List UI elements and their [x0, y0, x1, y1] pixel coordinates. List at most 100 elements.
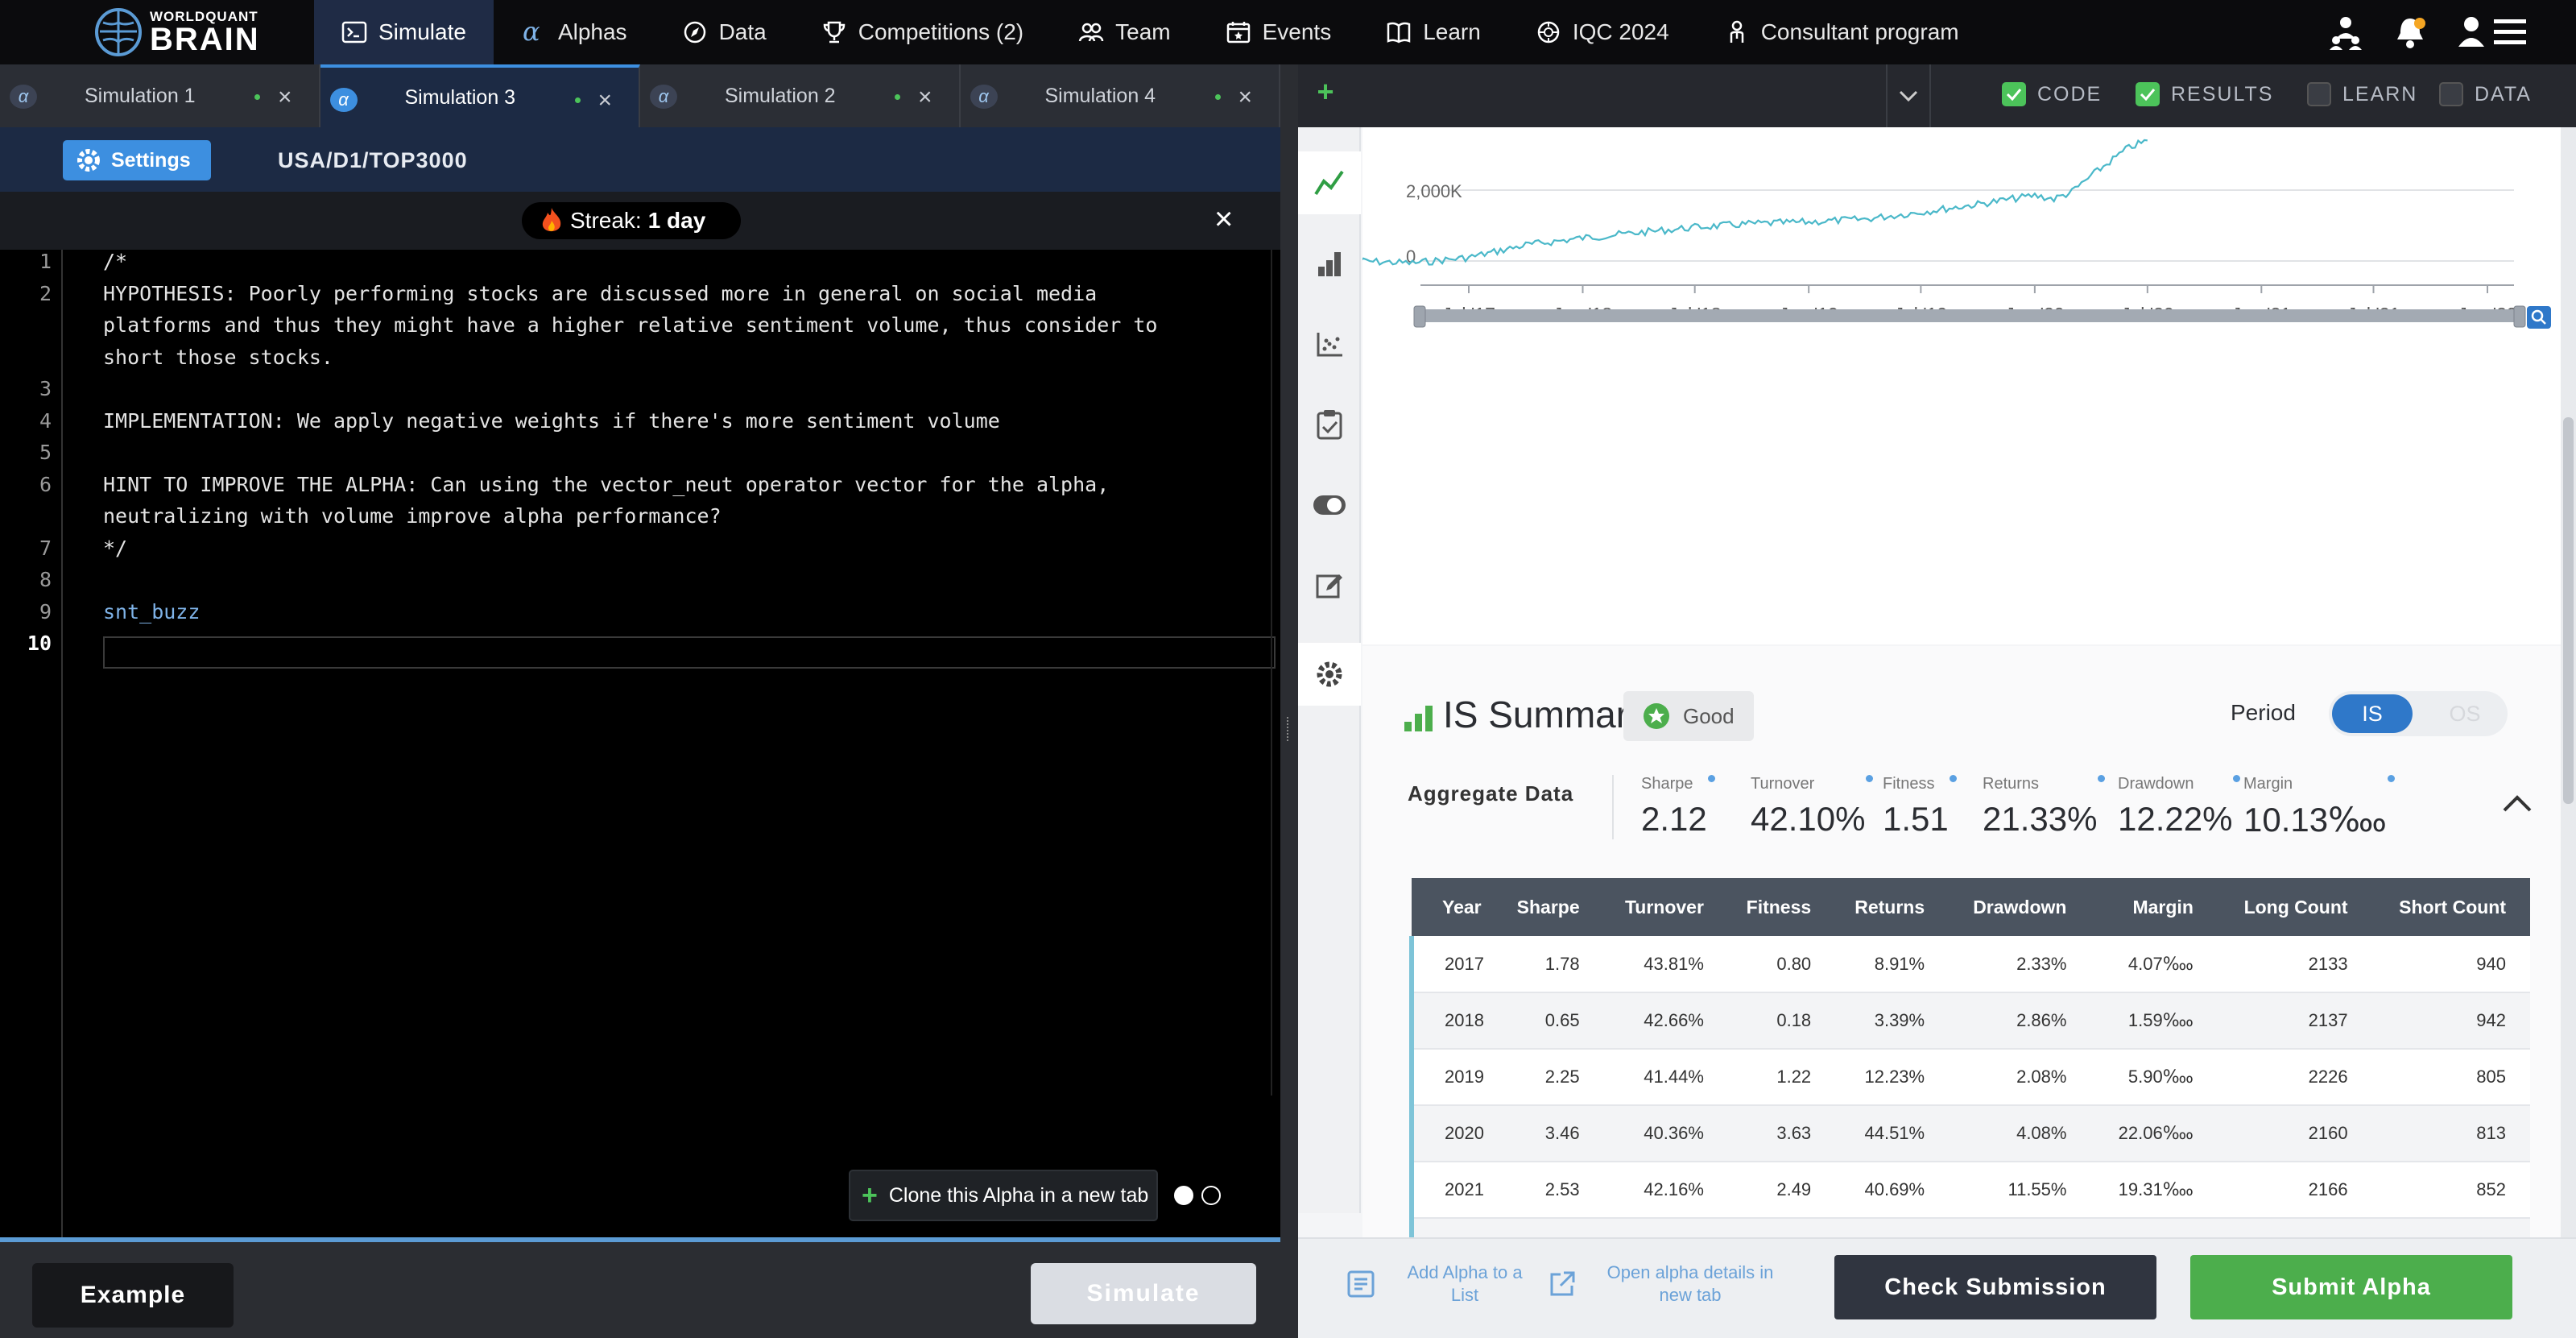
nav-item-label: Alphas — [557, 19, 627, 44]
nav-item-learn[interactable]: Learn — [1358, 0, 1508, 64]
table-cell: 2226 — [2217, 1049, 2372, 1106]
table-cell: 2.53 — [1499, 1162, 1604, 1219]
tab-dropdown[interactable] — [1886, 64, 1931, 127]
close-icon[interactable]: × — [598, 87, 613, 114]
splitter-grip[interactable] — [1287, 717, 1291, 741]
column-header[interactable]: Year — [1412, 878, 1499, 936]
edit-icon[interactable] — [1298, 554, 1361, 617]
column-header[interactable]: Margin — [2090, 878, 2218, 936]
editor-scrollbar[interactable] — [1271, 250, 1272, 1096]
close-icon[interactable]: × — [278, 84, 292, 111]
tab-simulation-3[interactable]: α Simulation 3 × — [320, 64, 640, 127]
view-toggle-data[interactable]: DATA — [2439, 82, 2532, 106]
tab-simulation-2[interactable]: α Simulation 2 × — [640, 64, 961, 127]
table-row: 2019 2.25 41.44% 1.22 12.23% 2.08% 5.90‱ 2226 80… — [1408, 1049, 2530, 1106]
column-header[interactable]: Turnover — [1603, 878, 1728, 936]
line-number: 6 — [39, 472, 52, 496]
book-icon — [1387, 22, 1411, 43]
pnl-chart-icon[interactable] — [1298, 151, 1361, 214]
submit-alpha-button[interactable]: Submit Alpha — [2190, 1255, 2512, 1319]
code-line[interactable]: HYPOTHESIS: Poorly performing stocks are… — [103, 282, 1097, 305]
zoom-icon[interactable] — [2527, 306, 2551, 329]
checklist-icon[interactable] — [1298, 393, 1361, 456]
tab-simulation-4[interactable]: α Simulation 4 × — [960, 64, 1280, 127]
close-streak-icon[interactable]: × — [1214, 203, 1233, 235]
chevron-up-icon[interactable] — [2501, 793, 2533, 814]
range-slider-track[interactable] — [1420, 309, 2522, 322]
nav-item-team[interactable]: Team — [1051, 0, 1197, 64]
toggle-icon[interactable] — [1298, 474, 1361, 536]
metric-label: Drawdown — [2118, 775, 2241, 793]
checkbox-checked-icon[interactable] — [2002, 82, 2026, 106]
line-number: 7 — [39, 536, 52, 560]
notification-bell-icon[interactable] — [2394, 15, 2426, 49]
pane-splitter[interactable] — [1280, 64, 1298, 1338]
pager-dot-1[interactable] — [1174, 1186, 1193, 1205]
nav-item-events[interactable]: Events — [1198, 0, 1359, 64]
metric-turnover: Turnover 42.10% — [1751, 775, 1874, 839]
period-toggle[interactable]: IS OS — [2329, 691, 2508, 736]
referral-icon[interactable] — [2328, 14, 2363, 50]
scrollbar-thumb[interactable] — [2563, 417, 2574, 804]
settings-gear-icon[interactable] — [1298, 643, 1361, 706]
table-row: 2021 2.53 42.16% 2.49 40.69% 11.55% 19.31‱ 2166… — [1408, 1162, 2530, 1219]
scatter-icon[interactable] — [1298, 313, 1361, 375]
range-slider-left-handle[interactable] — [1413, 305, 1426, 328]
checkbox-unchecked-icon[interactable] — [2439, 82, 2463, 106]
table-cell: 44.51% — [1835, 1105, 1950, 1162]
code-line[interactable]: */ — [103, 536, 127, 560]
nav-item-iqc-2024[interactable]: IQC 2024 — [1508, 0, 1697, 64]
view-toggle-results[interactable]: RESULTS — [2136, 82, 2273, 106]
bar-chart-icon[interactable] — [1298, 232, 1361, 295]
line-number: 2 — [39, 281, 52, 305]
metric-value: 12.22% — [2118, 800, 2233, 838]
code-line[interactable]: neutralizing with volume improve alpha p… — [103, 504, 722, 528]
chart-grid — [1420, 189, 2514, 262]
code-line[interactable]: /* — [103, 250, 127, 273]
column-header[interactable]: Sharpe — [1499, 878, 1604, 936]
column-header[interactable]: Long Count — [2217, 878, 2372, 936]
simulate-button[interactable]: Simulate — [1031, 1263, 1256, 1324]
add-alpha-to-list-link[interactable]: Add Alpha to a List — [1346, 1261, 1533, 1307]
period-os-option[interactable]: OS — [2425, 694, 2504, 733]
column-header[interactable]: Drawdown — [1949, 878, 2091, 936]
checkbox-checked-icon[interactable] — [2136, 82, 2160, 106]
check-submission-button[interactable]: Check Submission — [1834, 1255, 2156, 1319]
nav-item-consultant-program[interactable]: Consultant program — [1697, 0, 1987, 64]
tab-status-dot — [1214, 94, 1221, 100]
range-slider-right-handle[interactable] — [2513, 305, 2526, 328]
table-cell: 2.25 — [1499, 1049, 1604, 1106]
results-scrollbar[interactable] — [2561, 127, 2576, 1237]
view-toggle-learn[interactable]: LEARN — [2307, 82, 2417, 106]
column-header[interactable]: Short Count — [2371, 878, 2530, 936]
checkbox-unchecked-icon[interactable] — [2307, 82, 2331, 106]
settings-button[interactable]: Settings — [63, 140, 211, 180]
code-line[interactable]: platforms and thus they might have a hig… — [103, 313, 1157, 337]
example-button[interactable]: Example — [32, 1263, 234, 1328]
clone-alpha-button[interactable]: + Clone this Alpha in a new tab — [849, 1170, 1158, 1221]
nav-item-competitions-2[interactable]: Competitions (2) — [794, 0, 1051, 64]
nav-item-alphas[interactable]: α Alphas — [494, 0, 655, 64]
code-line[interactable]: HINT TO IMPROVE THE ALPHA: Can using the… — [103, 473, 1109, 496]
code-line[interactable]: short those stocks. — [103, 346, 333, 369]
column-header[interactable]: Returns — [1835, 878, 1950, 936]
code-line[interactable]: snt_buzz — [103, 600, 200, 623]
pnl-chart[interactable]: 02,000KJul '17Jan '18Jul '18Jan '19Jul '… — [1362, 127, 2561, 644]
nav-item-data[interactable]: Data — [655, 0, 794, 64]
new-tab-plus-icon[interactable]: + — [1309, 75, 1342, 108]
table-cell: 3.63 — [1727, 1105, 1836, 1162]
tab-simulation-1[interactable]: α Simulation 1 × — [0, 64, 320, 127]
code-editor[interactable]: 1 /* 2 HYPOTHESIS: Poorly performing stocks… — [0, 250, 1280, 1237]
pnl-series-line[interactable] — [1362, 139, 2148, 267]
close-icon[interactable]: × — [918, 84, 932, 111]
open-alpha-details-link[interactable]: Open alpha details in new tab — [1548, 1261, 1783, 1307]
nav-item-simulate[interactable]: Simulate — [314, 0, 494, 64]
column-header[interactable]: Fitness — [1727, 878, 1836, 936]
pager-dot-2[interactable] — [1201, 1186, 1221, 1205]
view-toggle-code[interactable]: CODE — [2002, 82, 2102, 106]
code-line[interactable]: IMPLEMENTATION: We apply negative weight… — [103, 409, 1000, 433]
user-menu-icon[interactable] — [2457, 14, 2528, 50]
period-is-option[interactable]: IS — [2332, 694, 2413, 733]
close-icon[interactable]: × — [1238, 84, 1253, 111]
worldquant-brain-logo[interactable]: WORLDQUANT BRAIN — [0, 0, 314, 64]
